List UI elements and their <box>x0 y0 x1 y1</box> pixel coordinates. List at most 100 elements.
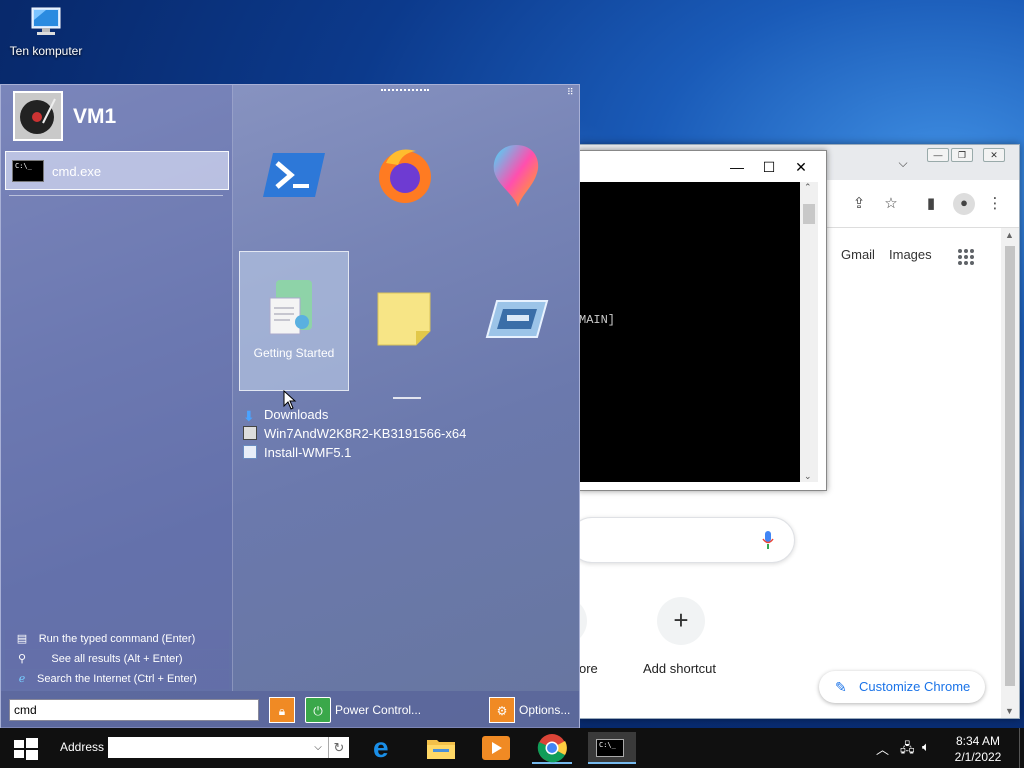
search-internet-action[interactable]: ℯ Search the Internet (Ctrl + Enter) <box>5 670 229 689</box>
start-left-pane: VM1 C:\_ cmd.exe ▤ Run the typed command… <box>1 85 233 691</box>
taskbar-media-player[interactable] <box>476 732 516 764</box>
power-control-label: Power Control... <box>335 703 422 717</box>
customize-chrome-button[interactable]: ✎ Customize Chrome <box>819 671 985 703</box>
see-all-results-label: See all results (Alt + Enter) <box>51 653 183 665</box>
download-arrow-icon: ⬇ <box>243 408 255 424</box>
tray-overflow-chevron-icon[interactable]: ︿ <box>876 739 889 758</box>
recent-program-cmd[interactable]: C:\_ cmd.exe <box>5 151 229 190</box>
sticky-notes-icon <box>377 292 431 346</box>
start-search-input[interactable]: cmd <box>9 699 259 721</box>
user-name: VM1 <box>73 105 117 128</box>
drag-grip[interactable] <box>381 89 429 92</box>
add-shortcut-label: Add shortcut <box>643 661 716 676</box>
microphone-icon[interactable] <box>762 531 774 549</box>
chrome-minimize-button[interactable]: — <box>927 148 949 162</box>
clock-date: 2/1/2022 <box>954 750 1002 764</box>
cmd-window[interactable]: — ☐ ✕ MAIN] ⌃ ⌄ <box>578 150 827 491</box>
file-label: Win7AndW2K8R2-KB3191566-x64 <box>264 426 467 441</box>
power-control-button[interactable]: ⏻ Power Control... <box>305 697 421 723</box>
cmd-console[interactable]: MAIN] <box>579 182 801 482</box>
refresh-icon[interactable]: ↻ <box>328 737 349 758</box>
system-clock[interactable]: 8:34 AM 2/1/2022 <box>946 733 1010 765</box>
firefox-icon <box>379 149 431 203</box>
chrome-menu-icon[interactable]: ⋮ <box>985 194 1005 214</box>
desktop-icon-this-pc[interactable]: Ten komputer <box>4 6 88 58</box>
tile-sticky-notes[interactable] <box>350 251 460 391</box>
getting-started-icon <box>269 280 312 335</box>
images-link[interactable]: Images <box>889 247 932 262</box>
taskbar-edge[interactable]: e <box>366 732 406 764</box>
cmd-icon: C:\_ <box>12 160 44 182</box>
separator <box>9 195 223 196</box>
cmd-scrollbar[interactable]: ⌃ ⌄ <box>800 182 818 482</box>
mouse-cursor-icon <box>283 390 297 410</box>
tile-powershell[interactable] <box>239 105 349 245</box>
msu-file-icon <box>243 426 257 440</box>
run-command-action[interactable]: ▤ Run the typed command (Enter) <box>5 630 229 649</box>
user-avatar[interactable] <box>13 91 63 141</box>
cmd-close-button[interactable]: ✕ <box>791 157 811 177</box>
chrome-close-button[interactable]: ✕ <box>983 148 1005 162</box>
resize-grip-icon[interactable]: ⠿ <box>567 87 574 98</box>
taskbar-file-explorer[interactable] <box>421 732 461 764</box>
tile-firefox[interactable] <box>350 105 460 245</box>
edge-icon: e <box>373 732 389 763</box>
cmd-minimize-button[interactable]: — <box>727 157 747 177</box>
folder-icon <box>427 740 455 759</box>
google-search-box[interactable] <box>569 517 795 563</box>
start-button[interactable] <box>4 732 44 764</box>
search-input-value: cmd <box>14 703 37 717</box>
file-label: Install-WMF5.1 <box>264 445 352 460</box>
console-text: MAIN] <box>579 313 616 327</box>
tile-paint3d[interactable] <box>461 105 571 245</box>
chrome-scrollbar[interactable]: ▲ ▼ <box>1001 228 1019 718</box>
getting-started-label: Getting Started <box>253 346 335 360</box>
script-file-icon <box>243 445 257 459</box>
remote-desktop-icon <box>485 300 549 338</box>
file-item-kb3191566[interactable]: Win7AndW2K8R2-KB3191566-x64 <box>243 426 466 441</box>
add-shortcut-button[interactable]: + <box>657 597 705 645</box>
side-panel-icon[interactable]: ▮ <box>921 194 941 214</box>
tab-search-chevron-icon[interactable]: ⌵ <box>893 153 913 173</box>
cmd-maximize-button[interactable]: ☐ <box>759 157 779 177</box>
options-label: Options... <box>519 703 571 717</box>
bookmark-star-icon[interactable]: ☆ <box>881 194 901 214</box>
profile-avatar-icon[interactable]: ● <box>953 193 975 215</box>
tile-getting-started[interactable]: Getting Started <box>239 251 349 391</box>
cmd-titlebar[interactable]: — ☐ ✕ <box>579 151 826 181</box>
file-item-install-wmf[interactable]: Install-WMF5.1 <box>243 445 351 460</box>
gmail-link[interactable]: Gmail <box>841 247 875 262</box>
search-internet-label: Search the Internet (Ctrl + Enter) <box>37 673 197 685</box>
see-all-results-action[interactable]: ⚲ See all results (Alt + Enter) <box>5 650 229 669</box>
network-icon[interactable]: 🖧︎ <box>900 739 915 761</box>
options-button[interactable]: ⚙ Options... <box>489 697 570 723</box>
address-input[interactable] <box>108 737 328 758</box>
run-command-label: Run the typed command (Enter) <box>38 633 196 645</box>
volume-icon[interactable]: 🔈︎ <box>922 739 930 755</box>
clock-time: 8:34 AM <box>955 734 1001 748</box>
share-icon[interactable]: ⇪ <box>849 194 869 214</box>
magnifier-icon: ⚲ <box>17 653 27 665</box>
desktop-icon-label: Ten komputer <box>9 44 83 58</box>
tile-remote-desktop[interactable] <box>461 251 571 391</box>
address-toolbar-label: Address <box>60 740 105 754</box>
windows-logo-icon <box>14 738 38 760</box>
google-apps-icon[interactable] <box>957 248 975 266</box>
tile-page-indicator[interactable] <box>393 397 421 399</box>
gear-icon: ⚙ <box>489 697 515 723</box>
chrome-restore-button[interactable]: ❐ <box>951 148 973 162</box>
show-desktop-button[interactable] <box>1019 728 1024 768</box>
taskbar: Address ⌵ ↻ e C:\_ ︿ 🖧︎ 🔈︎ 8:34 AM 2/1/2… <box>0 728 1024 768</box>
recent-program-label: cmd.exe <box>52 164 102 179</box>
lock-button[interactable]: 🔒︎ <box>269 697 299 723</box>
run-icon: ▤ <box>16 633 28 645</box>
media-player-icon <box>482 736 510 760</box>
paint3d-icon <box>493 145 539 207</box>
chrome-icon <box>537 734 567 763</box>
address-dropdown-icon[interactable]: ⌵ <box>308 737 328 758</box>
shortcut-label: ore <box>579 661 598 676</box>
taskbar-chrome[interactable] <box>532 732 572 764</box>
taskbar-cmd[interactable]: C:\_ <box>588 732 636 764</box>
ie-icon: ℯ <box>18 673 26 685</box>
lock-icon: 🔒︎ <box>269 697 295 723</box>
